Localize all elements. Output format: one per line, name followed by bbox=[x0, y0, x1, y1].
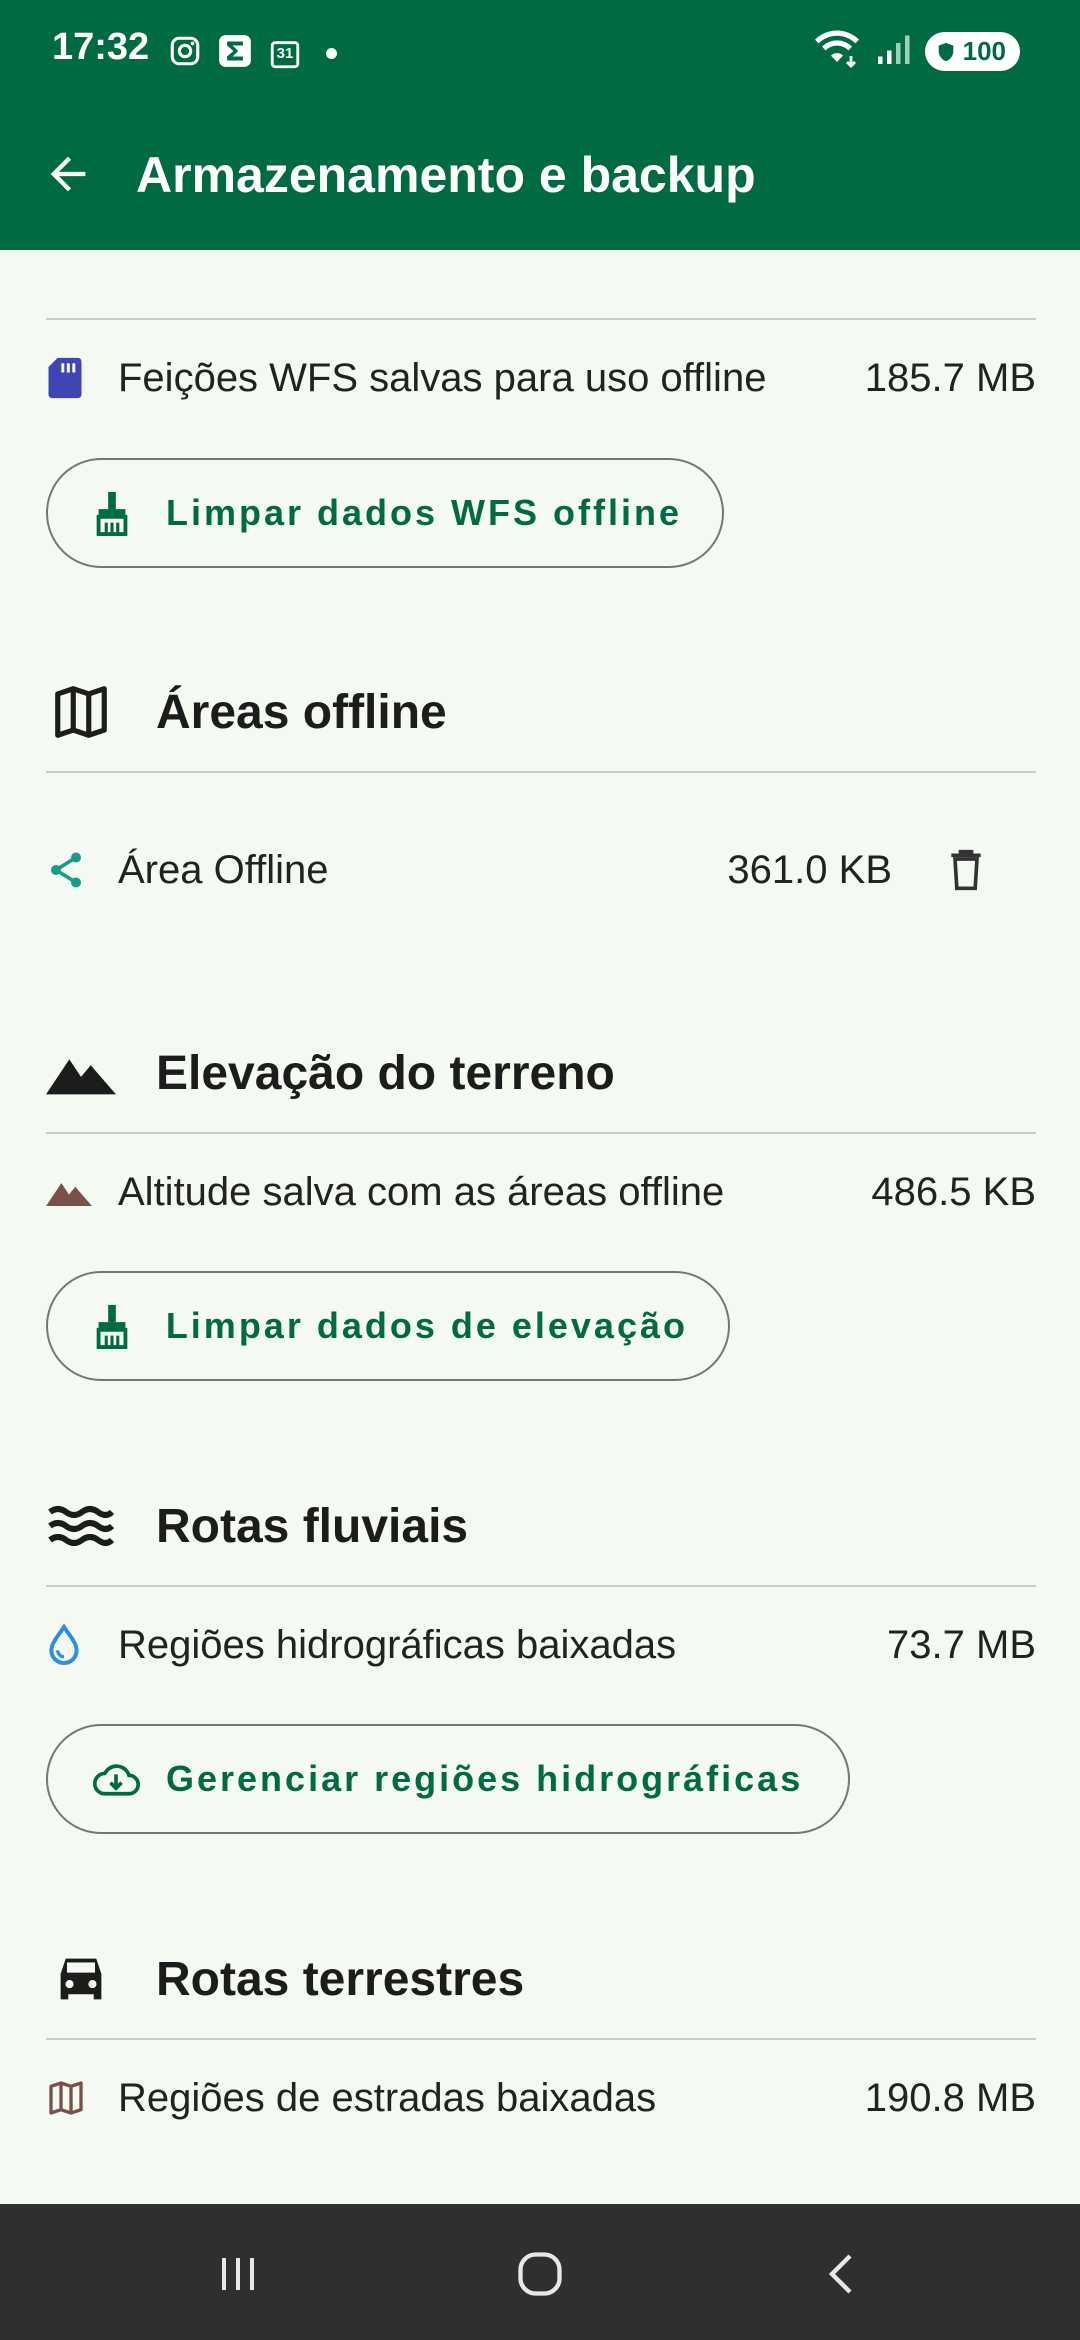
arrow-left-icon bbox=[50, 156, 86, 192]
road-regions-row: Regiões de estradas baixadas 190.8 MB bbox=[46, 2063, 1036, 2133]
section-divider bbox=[46, 771, 1036, 773]
car-icon bbox=[46, 1951, 116, 2007]
elevation-storage-size: 486.5 KB bbox=[871, 1169, 1036, 1214]
sd-card-icon bbox=[46, 356, 94, 400]
clear-wfs-data-button[interactable]: Limpar dados WFS offline bbox=[46, 458, 724, 568]
status-bar: 17:32 31 100 bbox=[0, 0, 1080, 100]
offline-area-name: Área Offline bbox=[118, 847, 329, 892]
sigma-app-icon bbox=[216, 32, 254, 75]
calendar-icon: 31 bbox=[268, 37, 302, 71]
wfs-storage-row: Feições WFS salvas para uso offline 185.… bbox=[46, 343, 1036, 413]
recent-apps-icon bbox=[222, 2258, 254, 2290]
mountain-icon bbox=[46, 1051, 116, 1095]
shield-icon bbox=[938, 42, 953, 61]
wifi-icon bbox=[813, 30, 861, 73]
map-icon bbox=[46, 681, 116, 743]
status-time: 17:32 bbox=[52, 26, 150, 68]
system-icons: 100 bbox=[813, 30, 1020, 73]
more-notifications-dot bbox=[326, 48, 337, 59]
delete-offline-area-button[interactable] bbox=[936, 848, 996, 892]
water-drop-icon bbox=[46, 1623, 94, 1667]
battery-level: 100 bbox=[962, 36, 1006, 66]
offline-area-item[interactable]: Área Offline 361.0 KB bbox=[46, 835, 1036, 905]
nav-back-button[interactable] bbox=[812, 2244, 872, 2304]
broom-icon bbox=[92, 490, 142, 536]
page-title: Armazenamento e backup bbox=[136, 147, 756, 203]
instagram-icon bbox=[168, 34, 202, 73]
app-bar: 17:32 31 100 Armazenamento e backup bbox=[0, 0, 1080, 250]
terrain-icon bbox=[46, 1178, 94, 1206]
road-regions-label: Regiões de estradas baixadas bbox=[118, 2075, 657, 2120]
chevron-left-icon bbox=[828, 2254, 852, 2294]
wfs-storage-size: 185.7 MB bbox=[864, 355, 1036, 400]
land-routes-title: Rotas terrestres bbox=[156, 1952, 525, 2006]
road-regions-size: 190.8 MB bbox=[864, 2075, 1036, 2120]
river-regions-label: Regiões hidrográficas baixadas bbox=[118, 1622, 677, 1667]
map-icon bbox=[46, 2078, 94, 2118]
battery-indicator: 100 bbox=[924, 32, 1020, 71]
river-regions-row: Regiões hidrográficas baixadas 73.7 MB bbox=[46, 1610, 1036, 1680]
elevation-storage-label: Altitude salva com as áreas offline bbox=[118, 1169, 725, 1214]
system-navigation-bar bbox=[0, 2204, 1080, 2340]
clear-wfs-data-label: Limpar dados WFS offline bbox=[165, 492, 682, 533]
signal-icon bbox=[875, 31, 911, 72]
home-button[interactable] bbox=[510, 2244, 570, 2304]
land-routes-header: Rotas terrestres bbox=[46, 1939, 524, 2019]
offline-area-size: 361.0 KB bbox=[727, 847, 892, 892]
section-divider bbox=[46, 1132, 1036, 1134]
section-divider bbox=[46, 318, 1036, 320]
home-icon bbox=[518, 2252, 562, 2296]
elevation-title: Elevação do terreno bbox=[156, 1046, 615, 1100]
manage-river-regions-button[interactable]: Gerenciar regiões hidrográficas bbox=[46, 1724, 850, 1834]
clear-elevation-data-label: Limpar dados de elevação bbox=[165, 1305, 688, 1346]
river-routes-title: Rotas fluviais bbox=[156, 1499, 469, 1553]
waves-icon bbox=[46, 1504, 116, 1548]
back-button[interactable] bbox=[38, 144, 98, 204]
trash-icon bbox=[951, 849, 981, 891]
manage-river-regions-label: Gerenciar regiões hidrográficas bbox=[166, 1758, 804, 1799]
offline-areas-header: Áreas offline bbox=[46, 672, 447, 752]
wfs-storage-label: Feições WFS salvas para uso offline bbox=[118, 355, 767, 400]
clear-elevation-data-button[interactable]: Limpar dados de elevação bbox=[46, 1271, 730, 1381]
recent-apps-button[interactable] bbox=[208, 2244, 268, 2304]
share-nodes-icon bbox=[46, 850, 94, 890]
elevation-header: Elevação do terreno bbox=[46, 1033, 615, 1113]
river-routes-header: Rotas fluviais bbox=[46, 1486, 468, 1566]
section-divider bbox=[46, 1585, 1036, 1587]
offline-areas-title: Áreas offline bbox=[156, 685, 447, 739]
section-divider bbox=[46, 2038, 1036, 2040]
river-regions-size: 73.7 MB bbox=[887, 1622, 1036, 1667]
broom-icon bbox=[92, 1303, 142, 1349]
notification-icons: 31 bbox=[168, 32, 337, 75]
elevation-storage-row: Altitude salva com as áreas offline 486.… bbox=[46, 1157, 1036, 1227]
calendar-day: 31 bbox=[276, 44, 294, 62]
cloud-download-icon bbox=[92, 1761, 142, 1797]
